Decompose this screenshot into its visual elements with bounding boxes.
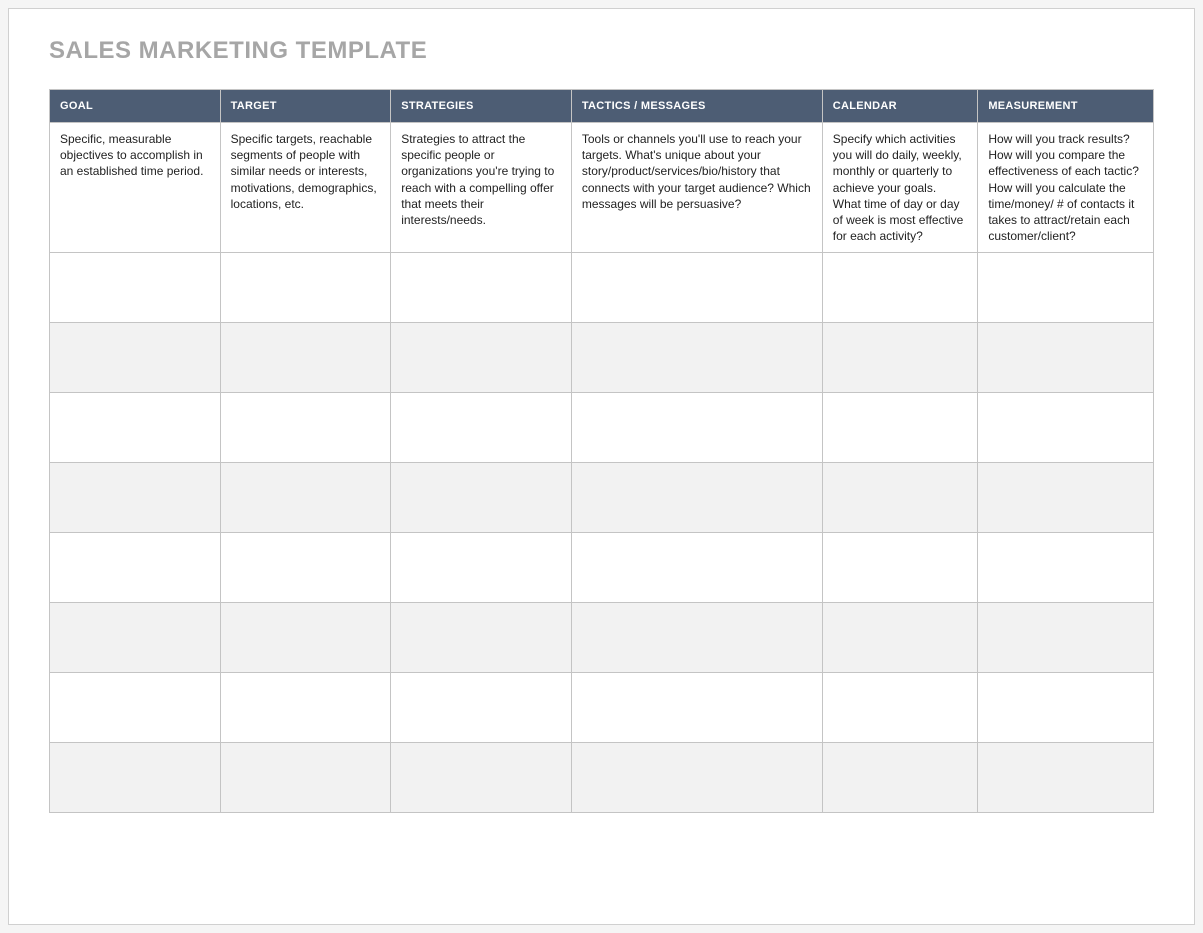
cell[interactable]: [978, 603, 1154, 673]
cell[interactable]: [822, 743, 978, 813]
col-header-strategies: STRATEGIES: [391, 90, 572, 123]
cell[interactable]: [391, 603, 572, 673]
desc-goal: Specific, measurable objectives to accom…: [50, 123, 221, 253]
cell[interactable]: [50, 323, 221, 393]
cell[interactable]: [571, 603, 822, 673]
cell[interactable]: [571, 323, 822, 393]
cell[interactable]: [220, 463, 391, 533]
desc-measurement: How will you track results? How will you…: [978, 123, 1154, 253]
desc-calendar: Specify which activities you will do dai…: [822, 123, 978, 253]
col-header-tactics: TACTICS / MESSAGES: [571, 90, 822, 123]
desc-tactics: Tools or channels you'll use to reach yo…: [571, 123, 822, 253]
cell[interactable]: [220, 603, 391, 673]
table-row: [50, 463, 1154, 533]
cell[interactable]: [978, 393, 1154, 463]
cell[interactable]: [220, 253, 391, 323]
col-header-target: TARGET: [220, 90, 391, 123]
cell[interactable]: [220, 673, 391, 743]
cell[interactable]: [391, 323, 572, 393]
cell[interactable]: [571, 393, 822, 463]
cell[interactable]: [50, 533, 221, 603]
cell[interactable]: [571, 253, 822, 323]
table-row: [50, 533, 1154, 603]
cell[interactable]: [50, 463, 221, 533]
cell[interactable]: [978, 743, 1154, 813]
cell[interactable]: [391, 673, 572, 743]
cell[interactable]: [50, 253, 221, 323]
col-header-goal: GOAL: [50, 90, 221, 123]
cell[interactable]: [391, 533, 572, 603]
cell[interactable]: [220, 533, 391, 603]
cell[interactable]: [978, 533, 1154, 603]
desc-strategies: Strategies to attract the specific peopl…: [391, 123, 572, 253]
cell[interactable]: [50, 743, 221, 813]
table-row: [50, 253, 1154, 323]
cell[interactable]: [822, 533, 978, 603]
cell[interactable]: [822, 673, 978, 743]
table-row: [50, 603, 1154, 673]
cell[interactable]: [571, 673, 822, 743]
cell[interactable]: [571, 533, 822, 603]
header-row: GOAL TARGET STRATEGIES TACTICS / MESSAGE…: [50, 90, 1154, 123]
col-header-measurement: MEASUREMENT: [978, 90, 1154, 123]
cell[interactable]: [822, 393, 978, 463]
description-row: Specific, measurable objectives to accom…: [50, 123, 1154, 253]
cell[interactable]: [822, 253, 978, 323]
cell[interactable]: [50, 673, 221, 743]
marketing-template-table: GOAL TARGET STRATEGIES TACTICS / MESSAGE…: [49, 89, 1154, 813]
cell[interactable]: [391, 463, 572, 533]
cell[interactable]: [571, 463, 822, 533]
cell[interactable]: [391, 253, 572, 323]
cell[interactable]: [220, 393, 391, 463]
cell[interactable]: [571, 743, 822, 813]
cell[interactable]: [978, 463, 1154, 533]
cell[interactable]: [50, 393, 221, 463]
cell[interactable]: [822, 603, 978, 673]
cell[interactable]: [391, 743, 572, 813]
page-container: SALES MARKETING TEMPLATE GOAL TARGET STR…: [8, 8, 1195, 925]
table-row: [50, 393, 1154, 463]
page-title: SALES MARKETING TEMPLATE: [49, 37, 1154, 65]
cell[interactable]: [220, 743, 391, 813]
table-row: [50, 743, 1154, 813]
cell[interactable]: [822, 323, 978, 393]
col-header-calendar: CALENDAR: [822, 90, 978, 123]
cell[interactable]: [391, 393, 572, 463]
cell[interactable]: [822, 463, 978, 533]
cell[interactable]: [50, 603, 221, 673]
cell[interactable]: [220, 323, 391, 393]
cell[interactable]: [978, 673, 1154, 743]
table-row: [50, 673, 1154, 743]
table-row: [50, 323, 1154, 393]
desc-target: Specific targets, reachable segments of …: [220, 123, 391, 253]
cell[interactable]: [978, 253, 1154, 323]
cell[interactable]: [978, 323, 1154, 393]
